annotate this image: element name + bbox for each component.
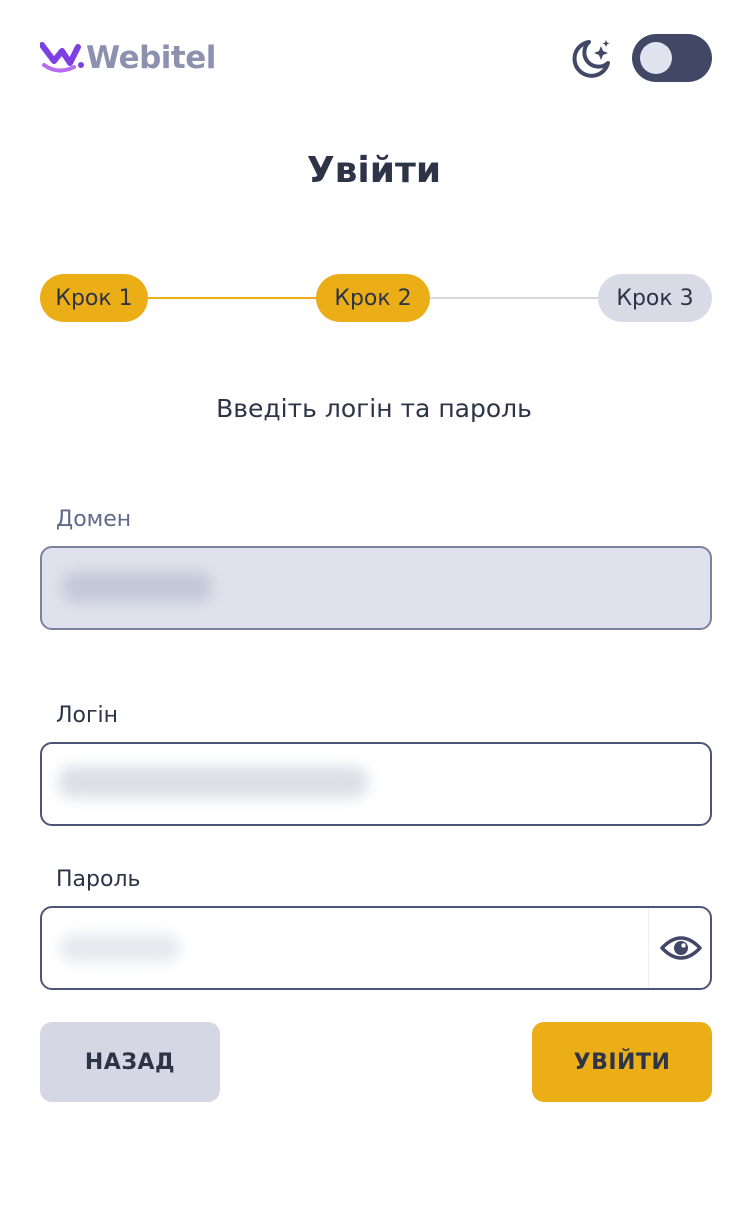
theme-toggle[interactable] — [632, 34, 712, 82]
webitel-logo: Webitel — [40, 38, 216, 78]
login-label: Логін — [56, 703, 119, 728]
webitel-logo-icon — [40, 42, 84, 73]
password-label: Пароль — [56, 867, 141, 892]
password-field[interactable] — [40, 906, 712, 990]
moon-stars-icon[interactable] — [570, 36, 614, 80]
stepper-line-completed — [148, 297, 318, 299]
login-input[interactable] — [42, 744, 710, 824]
step-1: Крок 1 — [40, 274, 148, 322]
domain-input — [42, 548, 710, 628]
login-field[interactable] — [40, 742, 712, 826]
stepper-line-pending — [430, 297, 600, 299]
login-button[interactable]: УВІЙТИ — [532, 1022, 712, 1102]
theme-toggle-knob — [640, 42, 672, 74]
page-title: Увійти — [306, 150, 442, 191]
password-input[interactable] — [42, 908, 710, 988]
logo-text: Webitel — [86, 40, 216, 76]
step-3: Крок 3 — [598, 274, 712, 322]
eye-icon[interactable] — [649, 908, 710, 988]
step-2: Крок 2 — [316, 274, 430, 322]
domain-label: Домен — [56, 507, 132, 532]
login-page: Webitel Увійти Крок 1 Крок 2 Крок 3 Введ… — [0, 0, 748, 1222]
form-subtitle: Введіть логін та пароль — [216, 394, 532, 423]
domain-field — [40, 546, 712, 630]
back-button[interactable]: НАЗАД — [40, 1022, 220, 1102]
